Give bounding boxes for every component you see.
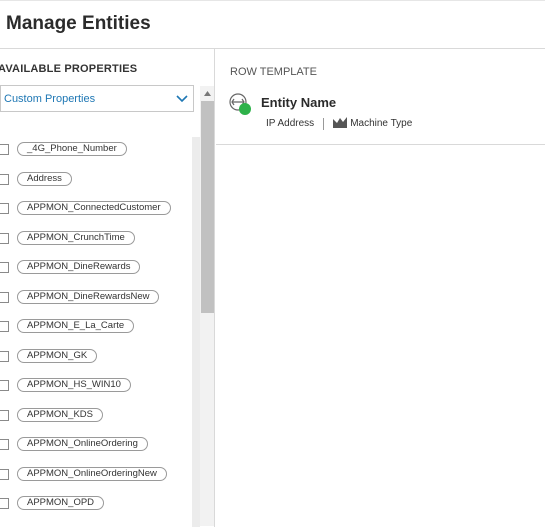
property-checkbox[interactable] xyxy=(0,261,9,273)
property-row: APPMON_KDS xyxy=(0,405,103,425)
property-tag[interactable]: APPMON_OnlineOrdering xyxy=(17,437,148,451)
property-tag[interactable]: APPMON_GK xyxy=(17,349,98,363)
property-row: APPMON_DineRewardsNew xyxy=(0,287,160,307)
property-tag[interactable]: APPMON_E_La_Carte xyxy=(17,319,135,333)
property-checkbox[interactable] xyxy=(0,497,9,509)
page-title: Manage Entities xyxy=(6,13,151,34)
divider xyxy=(323,117,325,130)
machine-type-icon xyxy=(333,116,348,131)
entity-status-icon xyxy=(229,93,253,117)
property-row: APPMON_DineRewards xyxy=(0,257,141,277)
available-properties-panel: AVAILABLE PROPERTIES Custom Properties _… xyxy=(0,49,215,527)
property-checkbox[interactable] xyxy=(0,438,9,450)
property-checkbox[interactable] xyxy=(0,468,9,480)
property-row: APPMON_ConnectedCustomer xyxy=(0,198,171,218)
property-tag[interactable]: APPMON_DineRewards xyxy=(17,260,141,274)
property-checkbox[interactable] xyxy=(0,350,9,362)
property-row: APPMON_HS_WIN10 xyxy=(0,375,131,395)
row-template-panel: ROW TEMPLATE Entity Name IP Address Mach… xyxy=(216,49,545,527)
property-row: APPMON_OPD xyxy=(0,493,105,513)
property-checkbox[interactable] xyxy=(0,291,9,303)
chevron-down-icon[interactable] xyxy=(171,86,193,111)
entity-name: Entity Name xyxy=(261,95,337,110)
property-checkbox[interactable] xyxy=(0,409,9,421)
property-row: APPMON_OnlineOrdering xyxy=(0,434,148,454)
property-tag[interactable]: Address xyxy=(17,172,72,186)
property-tag[interactable]: APPMON_DineRewardsNew xyxy=(17,290,160,304)
row-template-heading: ROW TEMPLATE xyxy=(230,66,317,78)
panel-scrollbar-thumb[interactable] xyxy=(201,101,214,313)
property-type-dropdown[interactable]: Custom Properties xyxy=(0,85,194,112)
property-row: APPMON_CrunchTime xyxy=(0,228,135,248)
property-checkbox[interactable] xyxy=(0,143,9,155)
scroll-up-arrow-icon[interactable] xyxy=(200,86,214,100)
panel-scrollbar[interactable] xyxy=(200,86,214,526)
property-list: _4G_Phone_Number Address APPMON_Connecte… xyxy=(0,137,192,527)
property-row: APPMON_OnlineOrderingNew xyxy=(0,464,167,484)
property-tag[interactable]: APPMON_HS_WIN10 xyxy=(17,378,131,392)
row-template-card[interactable]: Entity Name IP Address Machine Type xyxy=(216,89,545,145)
property-tag[interactable]: APPMON_OPD xyxy=(17,496,105,510)
property-checkbox[interactable] xyxy=(0,202,9,214)
property-tag[interactable]: APPMON_OnlineOrderingNew xyxy=(17,467,167,481)
available-properties-heading: AVAILABLE PROPERTIES xyxy=(0,63,138,75)
entity-details: IP Address Machine Type xyxy=(266,116,412,131)
ip-address-label: IP Address xyxy=(266,118,315,129)
property-row: APPMON_E_La_Carte xyxy=(0,316,135,336)
property-checkbox[interactable] xyxy=(0,232,9,244)
property-row: APPMON_GK xyxy=(0,346,98,366)
property-checkbox[interactable] xyxy=(0,173,9,185)
machine-type-label: Machine Type xyxy=(350,118,413,129)
property-tag[interactable]: APPMON_KDS xyxy=(17,408,103,422)
property-type-selected: Custom Properties xyxy=(4,92,96,105)
property-tag[interactable]: _4G_Phone_Number xyxy=(17,142,127,156)
property-list-scrollbar[interactable] xyxy=(192,137,200,527)
title-bar: Manage Entities xyxy=(0,0,545,49)
property-checkbox[interactable] xyxy=(0,320,9,332)
property-tag[interactable]: APPMON_CrunchTime xyxy=(17,231,135,245)
property-checkbox[interactable] xyxy=(0,379,9,391)
property-row: Address xyxy=(0,169,72,189)
property-row: _4G_Phone_Number xyxy=(0,139,127,159)
property-tag[interactable]: APPMON_ConnectedCustomer xyxy=(17,201,171,215)
